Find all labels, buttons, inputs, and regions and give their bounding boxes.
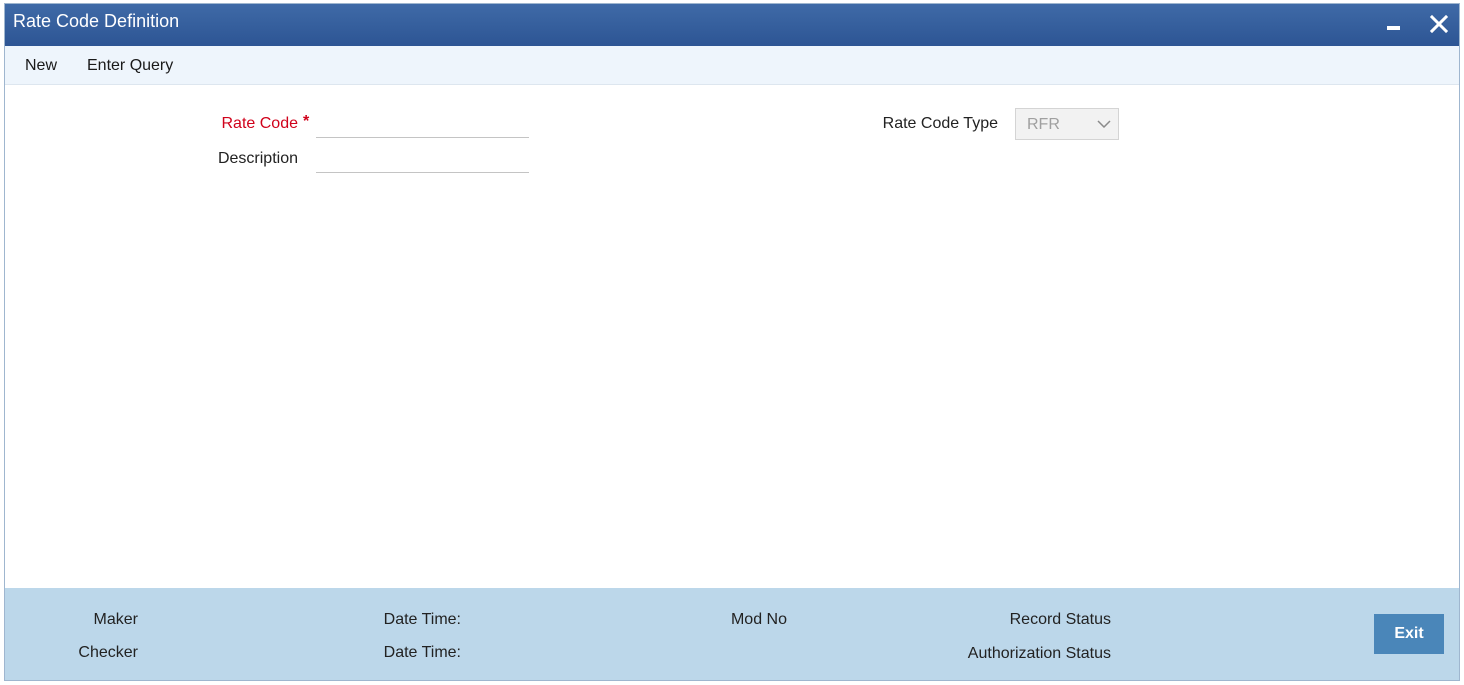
close-button[interactable] bbox=[1425, 10, 1453, 38]
audit-footer: Maker Checker Date Time: Date Time: Mod … bbox=[5, 588, 1459, 680]
checker-label: Checker bbox=[78, 644, 138, 661]
maker-label: Maker bbox=[93, 611, 138, 628]
rate-code-definition-window: Rate Code Definition New Enter Query Rat… bbox=[4, 3, 1460, 681]
mod-no-label: Mod No bbox=[730, 611, 787, 628]
description-label: Description bbox=[217, 150, 298, 167]
minimize-button[interactable] bbox=[1380, 10, 1408, 38]
authorization-status-label: Authorization Status bbox=[967, 645, 1111, 662]
rate-code-type-value: RFR bbox=[1027, 116, 1060, 133]
record-status-label: Record Status bbox=[1009, 611, 1111, 628]
title-bar: Rate Code Definition bbox=[5, 4, 1459, 46]
exit-button[interactable]: Exit bbox=[1374, 614, 1444, 654]
rate-code-type-label: Rate Code Type bbox=[882, 115, 998, 132]
enter-query-button[interactable]: Enter Query bbox=[87, 57, 173, 75]
toolbar: New Enter Query bbox=[5, 46, 1459, 85]
description-input[interactable] bbox=[316, 145, 529, 173]
rate-code-label: Rate Code bbox=[221, 115, 299, 132]
new-button[interactable]: New bbox=[25, 57, 57, 75]
window-title: Rate Code Definition bbox=[13, 11, 180, 31]
minimize-icon bbox=[1387, 26, 1400, 30]
close-icon bbox=[1430, 15, 1448, 33]
rate-code-input[interactable] bbox=[316, 110, 529, 138]
rate-code-type-select[interactable]: RFR bbox=[1015, 108, 1119, 140]
required-marker: * bbox=[303, 113, 310, 130]
maker-date-time-label: Date Time: bbox=[383, 611, 461, 628]
checker-date-time-label: Date Time: bbox=[383, 644, 461, 661]
chevron-down-icon bbox=[1097, 120, 1111, 129]
